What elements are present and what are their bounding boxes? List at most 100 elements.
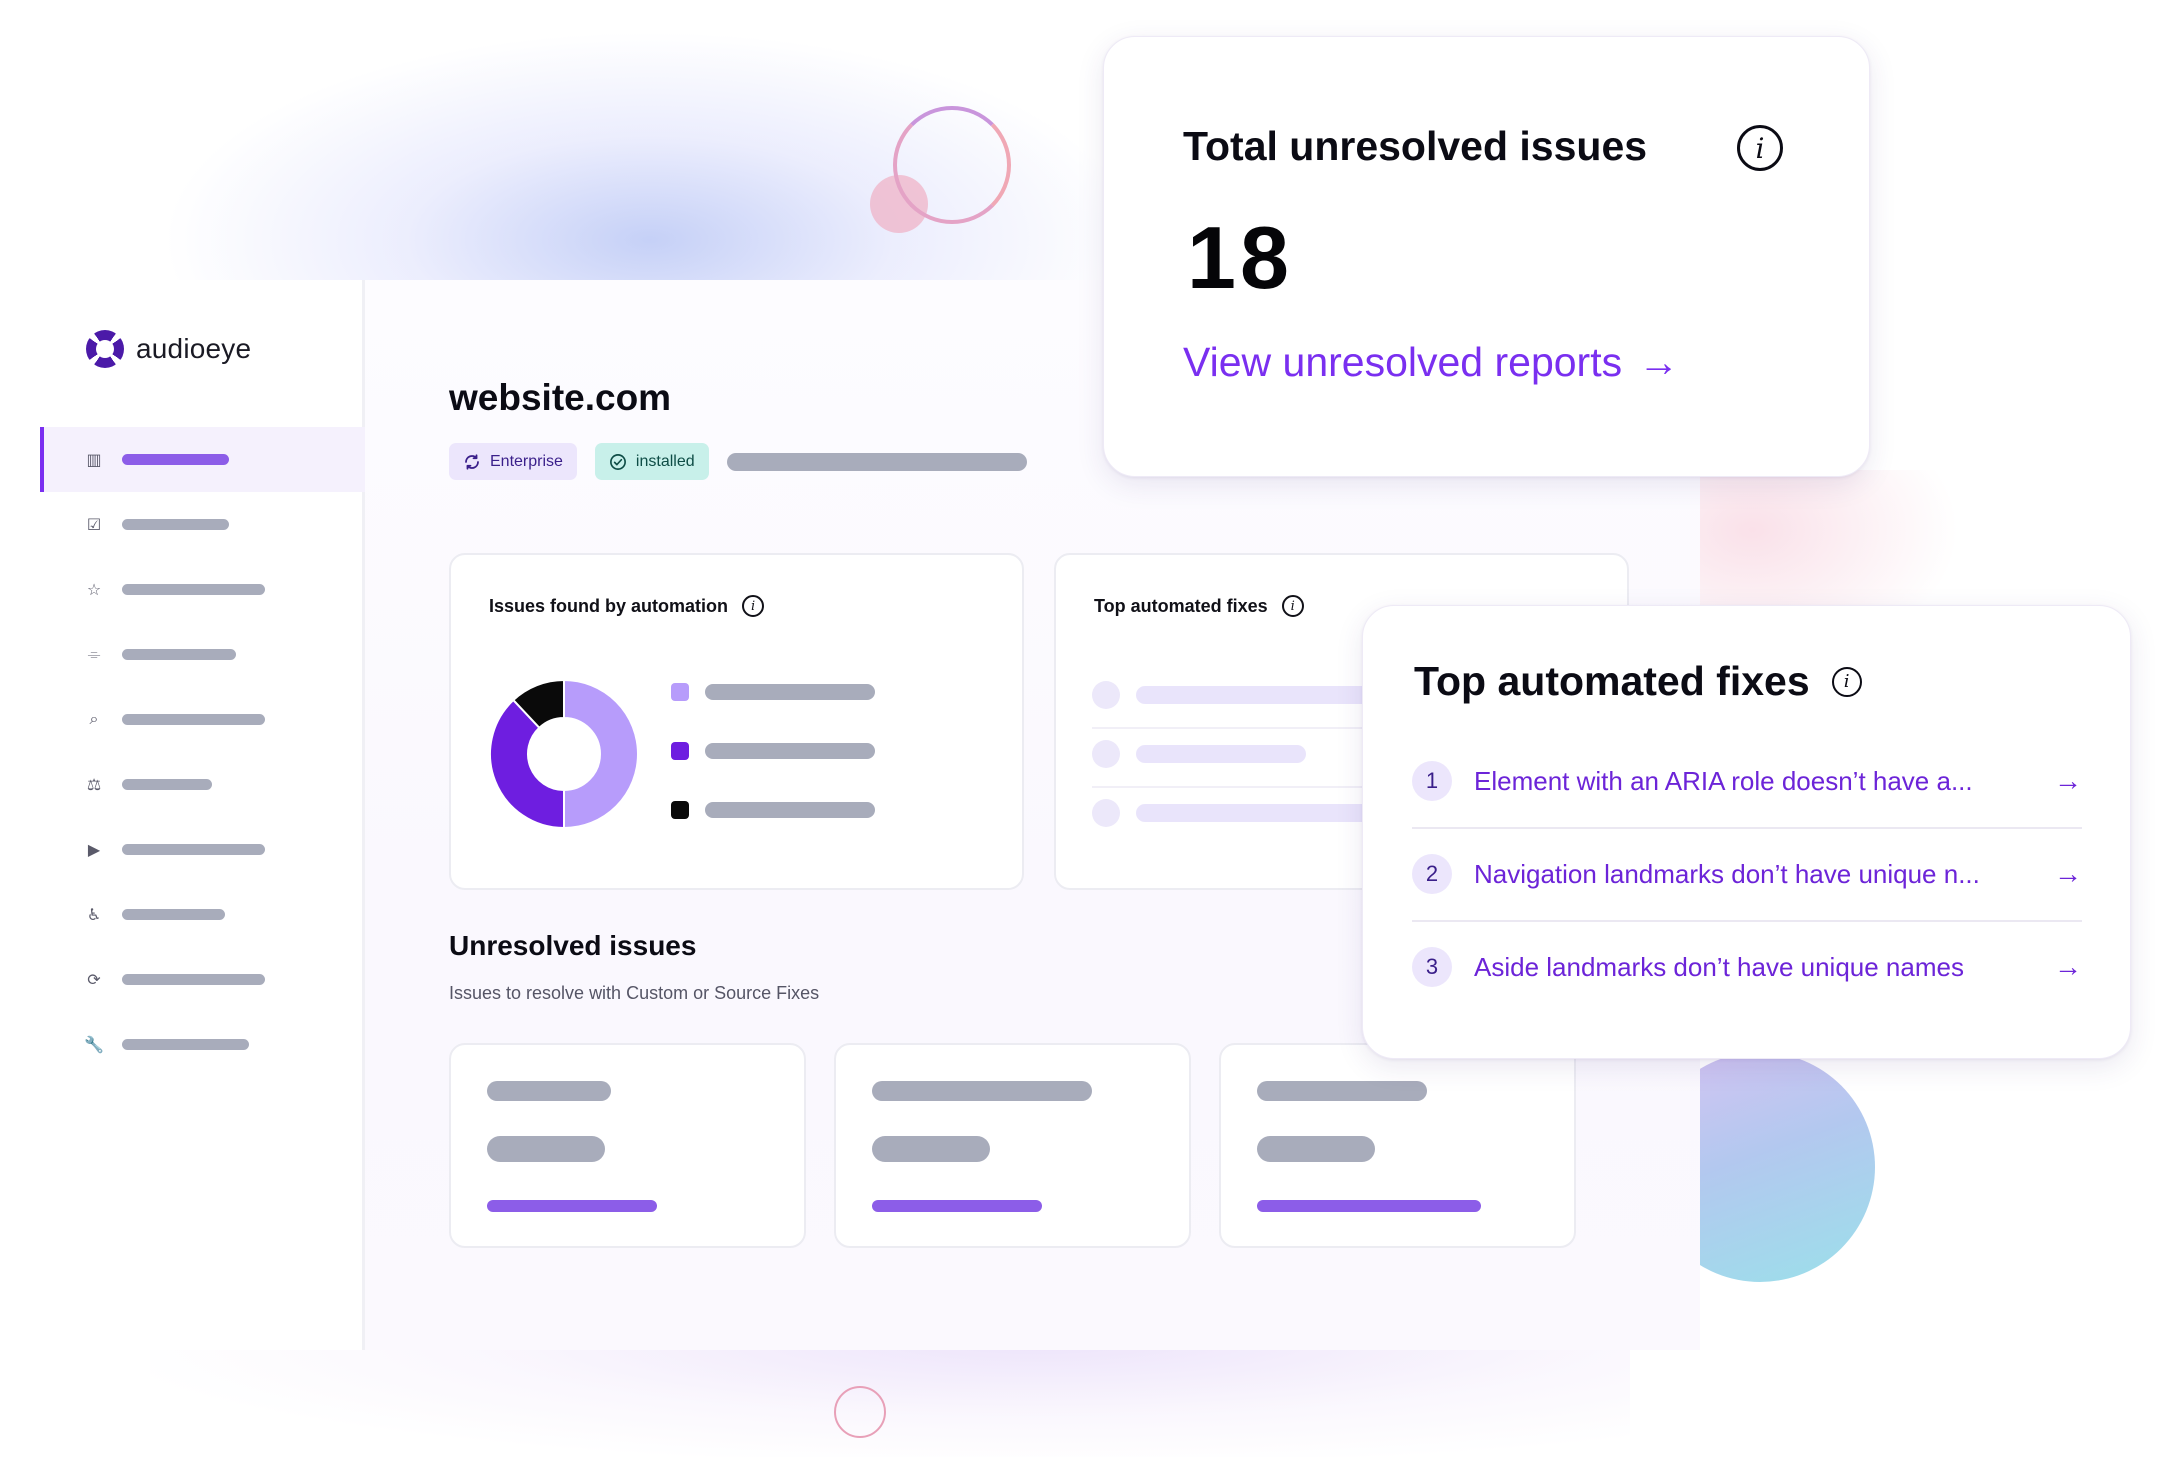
fix-list-item[interactable]: 2 Navigation landmarks don’t have unique… [1412, 828, 2082, 920]
info-icon[interactable]: i [1281, 595, 1304, 617]
scroll-icon: ⌯ [87, 645, 101, 663]
info-icon[interactable]: i [742, 595, 765, 617]
audioeye-logo-icon [86, 330, 124, 368]
legend-swatch [671, 801, 689, 819]
unresolved-section-subtitle: Issues to resolve with Custom or Source … [449, 983, 820, 1003]
fix-placeholder [1136, 745, 1306, 763]
sidebar-item-placeholder [122, 454, 229, 465]
status-badge-label: installed [635, 452, 695, 470]
fix-list-item[interactable]: 3 Aside landmarks don’t have unique name… [1412, 921, 2082, 1013]
scales-icon: ⚖ [86, 776, 102, 794]
decorative-ring [893, 106, 1011, 224]
top-fixes-card-title-text: Top automated fixes [1094, 595, 1268, 616]
sidebar-item-placeholder [122, 584, 265, 595]
plan-badge: Enterprise [449, 443, 577, 480]
sidebar-item-tools[interactable]: 🔧 [40, 1012, 365, 1077]
issue-card-accent [1257, 1200, 1481, 1212]
sidebar-item-legal[interactable]: ⚖ [40, 752, 365, 817]
fix-list-item[interactable]: 1 Element with an ARIA role doesn’t have… [1412, 735, 2082, 827]
sidebar-item-favorites[interactable]: ☆ [40, 557, 365, 622]
legend-item [671, 801, 875, 819]
fix-placeholder-row [1092, 681, 1396, 709]
sidebar-item-placeholder [122, 519, 229, 530]
view-unresolved-reports-label: View unresolved reports [1183, 339, 1623, 385]
top-fixes-title-text: Top automated fixes [1414, 658, 1810, 704]
play-icon: ▶ [87, 841, 101, 859]
sidebar-item-placeholder [122, 844, 265, 855]
fix-list-item-label: Navigation landmarks don’t have unique n… [1474, 858, 1980, 889]
sidebar-item-placeholder [122, 1039, 249, 1050]
automation-card-title: Issues found by automation i [489, 595, 765, 617]
fix-dot [1092, 740, 1120, 768]
divider [1092, 786, 1392, 788]
info-icon[interactable]: i [1831, 666, 1862, 697]
check-circle-icon [609, 453, 626, 470]
unresolved-section-title: Unresolved issues [449, 930, 697, 961]
arrow-right-icon: → [2054, 951, 2082, 982]
fix-placeholder-row [1092, 799, 1396, 827]
wrench-icon: 🔧 [84, 1036, 104, 1054]
top-automated-fixes-card: Top automated fixes i 1 Element with an … [1362, 605, 2131, 1059]
site-badges: Enterprise installed [449, 443, 1027, 480]
top-fixes-title: Top automated fixes i [1414, 658, 1862, 705]
sidebar-item-placeholder [122, 779, 212, 790]
info-icon[interactable]: i [1737, 125, 1783, 171]
sidebar-item-documents[interactable]: ⌯ [40, 622, 365, 687]
sidebar-item-reports[interactable]: ☑ [40, 492, 365, 557]
issue-card-placeholder [1257, 1081, 1427, 1101]
sidebar-item-accessibility[interactable]: ♿ [40, 882, 365, 947]
issue-card-accent [872, 1200, 1042, 1212]
sidebar-item-sync[interactable]: ⟳ [40, 947, 365, 1012]
issue-card-placeholder [1257, 1136, 1375, 1162]
arrow-right-icon: → [2054, 765, 2082, 796]
arrow-right-icon: → [1638, 339, 1680, 385]
fix-dot [1092, 681, 1120, 709]
site-url-placeholder [726, 452, 1027, 471]
status-badge: installed [594, 443, 709, 480]
plan-badge-label: Enterprise [490, 452, 563, 470]
refresh-icon: ⟳ [87, 971, 101, 989]
view-unresolved-reports-link[interactable]: View unresolved reports → [1183, 339, 1679, 386]
sidebar: audioeye ▥ ☑ ☆ ⌯ ⌕ ⚖ ▶ ♿ ⟳ 🔧 [40, 280, 365, 1350]
automation-issues-card[interactable]: Issues found by automation i [449, 553, 1024, 890]
issue-card[interactable] [1219, 1043, 1576, 1248]
brand-name: audioeye [136, 333, 252, 364]
fix-list-item-label: Aside landmarks don’t have unique names [1474, 951, 1964, 982]
fix-rank-badge: 3 [1412, 947, 1452, 987]
decorative-ring-small [834, 1386, 886, 1438]
sidebar-item-placeholder [122, 714, 265, 725]
arrow-right-icon: → [2054, 858, 2082, 889]
fix-dot [1092, 799, 1120, 827]
issue-card-placeholder [872, 1136, 990, 1162]
total-unresolved-title: Total unresolved issues [1183, 123, 1648, 169]
legend-item [671, 742, 875, 760]
sidebar-item-dashboard[interactable]: ▥ [40, 427, 365, 492]
fix-placeholder-row [1092, 740, 1306, 768]
sidebar-item-audit[interactable]: ⌕ [40, 687, 365, 752]
bar-chart-icon: ▥ [86, 451, 102, 469]
fix-rank-badge: 2 [1412, 854, 1452, 894]
issue-card-placeholder [487, 1136, 605, 1162]
issue-card[interactable] [834, 1043, 1191, 1248]
sidebar-item-placeholder [122, 909, 225, 920]
divider [1092, 727, 1392, 729]
top-fixes-card-title: Top automated fixes i [1094, 595, 1304, 617]
page-title: website.com [449, 377, 672, 418]
accessibility-icon: ♿ [86, 906, 102, 924]
sync-icon [465, 453, 479, 470]
legend-item [671, 683, 875, 701]
sidebar-item-placeholder [122, 974, 265, 985]
sidebar-item-placeholder [122, 649, 236, 660]
fix-placeholder [1136, 686, 1396, 704]
issue-card-accent [487, 1200, 657, 1212]
donut-slice [563, 679, 639, 829]
issue-card[interactable] [449, 1043, 806, 1248]
issue-card-placeholder [872, 1081, 1092, 1101]
total-unresolved-card: Total unresolved issues i 18 View unreso… [1103, 36, 1870, 477]
issues-donut-chart [489, 679, 639, 829]
fix-placeholder [1136, 804, 1396, 822]
brand-logo[interactable]: audioeye [86, 330, 251, 368]
fix-rank-badge: 1 [1412, 761, 1452, 801]
fix-list-item-label: Element with an ARIA role doesn’t have a… [1474, 765, 1973, 796]
sidebar-item-media[interactable]: ▶ [40, 817, 365, 882]
